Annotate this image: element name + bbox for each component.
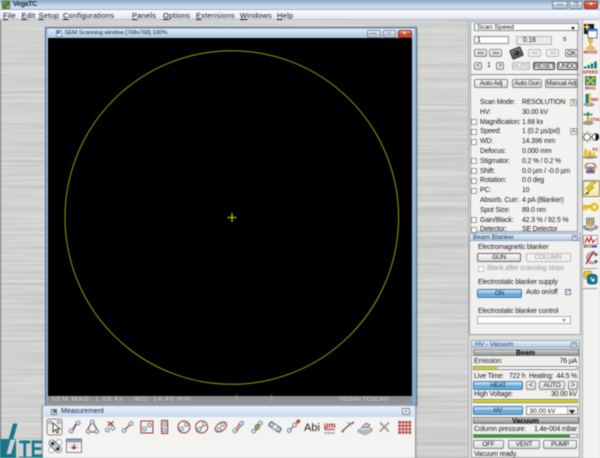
svg-text:TE: TE bbox=[19, 436, 43, 458]
svg-text:MAG: MAG bbox=[585, 86, 596, 91]
svg-text:Abi: Abi bbox=[304, 422, 320, 434]
svg-text:kolned: kolned bbox=[325, 431, 335, 435]
svg-text:STIG: STIG bbox=[590, 117, 600, 122]
svg-text:SPEED: SPEED bbox=[583, 70, 598, 75]
svg-text:PC: PC bbox=[593, 147, 599, 152]
svg-text:µm: µm bbox=[324, 421, 336, 430]
svg-text:WD: WD bbox=[591, 97, 599, 102]
svg-text:MODE: MODE bbox=[584, 50, 598, 55]
